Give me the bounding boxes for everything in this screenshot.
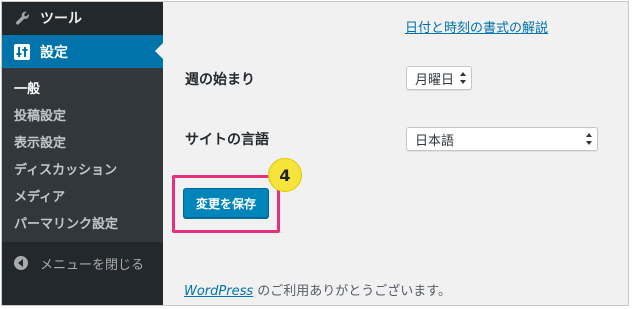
current-menu-arrow bbox=[155, 43, 163, 59]
submenu-item-discussion[interactable]: ディスカッション bbox=[2, 157, 163, 184]
updown-arrows-icon bbox=[586, 133, 593, 145]
wordpress-link[interactable]: WordPress bbox=[184, 284, 253, 299]
admin-sidebar: ツール 設定 一般 投稿設定 表示設定 ディスカッション メディア パーマリンク… bbox=[2, 2, 163, 305]
step-number-badge: 4 bbox=[268, 158, 302, 192]
save-changes-button[interactable]: 変更を保存 bbox=[183, 188, 269, 218]
submenu-item-general[interactable]: 一般 bbox=[2, 76, 163, 103]
week-start-value: 月曜日 bbox=[415, 72, 455, 88]
screenshot-frame: ツール 設定 一般 投稿設定 表示設定 ディスカッション メディア パーマリンク… bbox=[1, 1, 629, 306]
menu-item-settings[interactable]: 設定 bbox=[2, 35, 163, 68]
menu-item-tools-label: ツール bbox=[40, 11, 82, 27]
collapse-arrow-icon bbox=[14, 256, 28, 270]
footer-thanks-text: のご利用ありがとうございます。 bbox=[253, 284, 451, 299]
settings-main: 日付と時刻の書式の解説 週の始まり 月曜日 サイトの言語 日本語 変更を保存 4… bbox=[163, 2, 628, 305]
menu-item-tools[interactable]: ツール bbox=[2, 3, 163, 33]
submenu-item-reading[interactable]: 表示設定 bbox=[2, 130, 163, 157]
updown-arrows-icon bbox=[460, 72, 467, 84]
admin-footer: WordPress のご利用ありがとうございます。 bbox=[184, 280, 451, 299]
wrench-icon bbox=[14, 10, 30, 26]
site-language-label: サイトの言語 bbox=[185, 132, 269, 148]
settings-icon bbox=[14, 43, 30, 60]
week-start-select[interactable]: 月曜日 bbox=[406, 66, 472, 90]
date-format-help-link[interactable]: 日付と時刻の書式の解説 bbox=[405, 17, 548, 36]
menu-item-settings-label: 設定 bbox=[40, 44, 68, 61]
submenu-item-permalinks[interactable]: パーマリンク設定 bbox=[2, 211, 163, 238]
site-language-value: 日本語 bbox=[415, 133, 455, 149]
week-start-label: 週の始まり bbox=[185, 72, 255, 88]
settings-submenu: 一般 投稿設定 表示設定 ディスカッション メディア パーマリンク設定 bbox=[2, 68, 163, 242]
submenu-item-media[interactable]: メディア bbox=[2, 184, 163, 211]
collapse-menu-button[interactable]: メニューを閉じる bbox=[2, 248, 163, 278]
submenu-item-writing[interactable]: 投稿設定 bbox=[2, 103, 163, 130]
site-language-select[interactable]: 日本語 bbox=[406, 127, 598, 151]
collapse-menu-label: メニューを閉じる bbox=[40, 257, 145, 273]
